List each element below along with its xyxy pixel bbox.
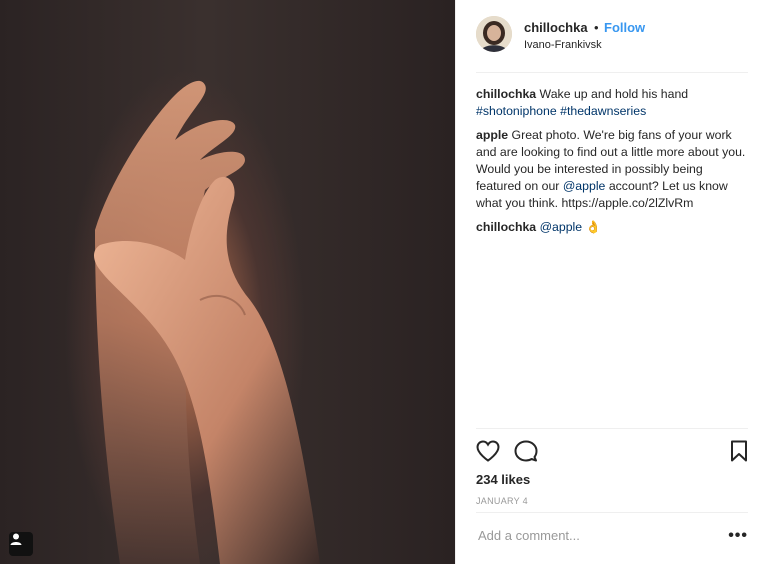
comment: chillochka Wake up and hold his hand #sh… (476, 86, 748, 120)
comment: apple Great photo. We're big fans of you… (476, 127, 748, 212)
comment-text: Wake up and hold his hand (536, 87, 689, 101)
instagram-post: chillochka • Follow Ivano-Frankivsk chil… (0, 0, 768, 564)
comment-input[interactable] (476, 527, 720, 544)
comments-list: chillochka Wake up and hold his hand #sh… (476, 86, 748, 243)
heart-icon[interactable] (476, 440, 500, 467)
comment-text: 👌 (582, 220, 601, 234)
tagged-user-icon[interactable] (9, 532, 33, 556)
post-date: JANUARY 4 (476, 496, 528, 506)
comment-username[interactable]: apple (476, 128, 508, 142)
hands-illustration (94, 80, 320, 564)
follow-button[interactable]: Follow (604, 20, 645, 35)
comment: chillochka @apple 👌 (476, 219, 748, 236)
mention-link[interactable]: @apple (563, 179, 606, 193)
mention-link[interactable]: @apple (540, 220, 583, 234)
post-header: chillochka • Follow Ivano-Frankivsk (476, 14, 748, 73)
more-options-button[interactable]: ••• (728, 527, 748, 545)
bookmark-icon[interactable] (730, 440, 748, 467)
avatar[interactable] (476, 16, 512, 52)
hashtag-link[interactable]: #thedawnseries (560, 104, 646, 118)
author-username[interactable]: chillochka (524, 20, 588, 35)
separator-dot: • (594, 20, 599, 35)
likes-count[interactable]: 234 likes (476, 472, 530, 487)
comment-icon[interactable] (514, 440, 538, 467)
comment-username[interactable]: chillochka (476, 220, 536, 234)
location-link[interactable]: Ivano-Frankivsk (524, 39, 602, 51)
post-sidebar: chillochka • Follow Ivano-Frankivsk chil… (455, 0, 768, 564)
comment-username[interactable]: chillochka (476, 87, 536, 101)
hashtag-link[interactable]: #shotoniphone (476, 104, 557, 118)
post-photo[interactable] (0, 0, 455, 564)
add-comment-bar: ••• (476, 512, 748, 565)
